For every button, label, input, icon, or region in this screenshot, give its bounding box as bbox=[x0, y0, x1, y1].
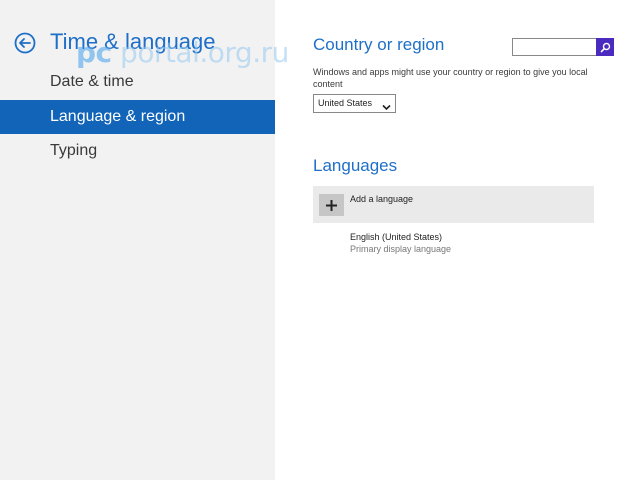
sidebar: Time & language pc portal.org.ru Date & … bbox=[0, 0, 289, 480]
country-region-dropdown[interactable]: United States bbox=[313, 94, 396, 113]
chevron-down-icon bbox=[382, 100, 391, 117]
language-status: Primary display language bbox=[350, 244, 452, 254]
sidebar-item-date-time[interactable]: Date & time bbox=[0, 65, 275, 99]
search-icon[interactable] bbox=[596, 38, 614, 56]
back-arrow-icon[interactable] bbox=[14, 32, 36, 54]
plus-icon bbox=[319, 194, 344, 216]
country-region-heading: Country or region bbox=[313, 35, 445, 54]
sidebar-item-typing[interactable]: Typing bbox=[0, 134, 275, 168]
language-name: English (United States) bbox=[350, 232, 443, 242]
languages-heading: Languages bbox=[313, 156, 398, 175]
country-region-description: Windows and apps might use your country … bbox=[313, 67, 588, 89]
add-language-label: Add a language bbox=[350, 194, 414, 204]
watermark: pc portal.org.ru bbox=[76, 38, 289, 68]
sidebar-item-language-region[interactable]: Language & region bbox=[0, 100, 275, 134]
country-selected-value: United States bbox=[318, 98, 373, 108]
add-language-button[interactable]: Add a language bbox=[313, 186, 594, 223]
language-list-item[interactable]: English (United States) Primary display … bbox=[350, 231, 451, 255]
